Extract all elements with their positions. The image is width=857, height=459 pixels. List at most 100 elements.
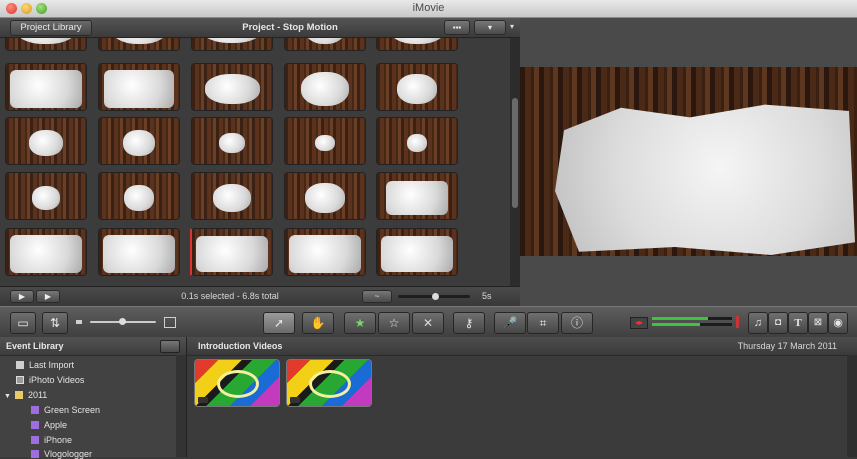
frame-thumbnail[interactable] <box>99 38 179 50</box>
paper-ball <box>315 135 335 151</box>
selection-status: 0.1s selected - 6.8s total <box>181 291 279 301</box>
iphoto-icon <box>16 376 24 384</box>
camera-icon[interactable]: ▭ <box>10 312 36 334</box>
frame-thumbnail[interactable] <box>99 229 179 275</box>
event-item-iphone[interactable]: iPhone <box>31 435 72 445</box>
frame-thumbnail[interactable] <box>6 118 86 164</box>
paper-ball <box>204 74 260 104</box>
play-button[interactable]: ▶ <box>36 290 60 303</box>
favorite-star-icon[interactable]: ★ <box>344 312 376 334</box>
event-icon <box>31 436 39 444</box>
thumbnail-slider-knob[interactable] <box>119 318 126 325</box>
event-library-scrollbar[interactable] <box>176 355 186 457</box>
frame-thumbnail[interactable] <box>99 64 179 110</box>
frame-thumbnail[interactable] <box>192 38 272 50</box>
event-clip[interactable] <box>287 360 371 406</box>
event-icon <box>31 406 39 414</box>
event-clip[interactable] <box>195 360 279 406</box>
transition-icon[interactable]: ⊠ <box>808 312 828 334</box>
paper-ball <box>111 38 167 44</box>
audio-waveform-button[interactable]: ~ <box>362 290 392 303</box>
microphone-icon[interactable]: 🎤 <box>494 312 526 334</box>
project-library-button[interactable]: Project Library <box>10 20 92 36</box>
event-item-green-screen[interactable]: Green Screen <box>31 405 100 415</box>
paper-ball <box>104 70 174 108</box>
photo-icon[interactable]: ◘ <box>768 312 788 334</box>
frame-thumbnail[interactable] <box>377 38 457 50</box>
clip-badge <box>290 397 300 403</box>
event-item-apple[interactable]: Apple <box>31 420 67 430</box>
frame-thumbnail[interactable] <box>285 64 365 110</box>
eject-icon[interactable] <box>160 340 180 353</box>
play-fullscreen-button[interactable]: ▶ <box>10 290 34 303</box>
project-scrollbar[interactable] <box>510 38 520 286</box>
zoom-slider-knob[interactable] <box>432 293 439 300</box>
paper-ball <box>301 72 349 106</box>
event-item-vlogologger[interactable]: Vlogologger <box>31 449 92 459</box>
frame-thumbnail[interactable] <box>377 229 457 275</box>
theme-button[interactable]: ▾ <box>474 20 506 35</box>
event-library-header: Event Library <box>0 337 186 356</box>
scroll-knob[interactable] <box>512 98 518 208</box>
paper-ball <box>202 38 262 43</box>
playhead <box>190 229 192 275</box>
project-browser[interactable] <box>0 38 510 286</box>
event-item-2011[interactable]: ▼ 2011 <box>4 390 47 400</box>
title-icon[interactable]: T <box>788 312 808 334</box>
disclosure-triangle-icon[interactable]: ▼ <box>4 393 11 400</box>
paper-ball <box>389 38 445 44</box>
frame-thumbnail[interactable] <box>285 38 365 50</box>
project-header: Project Library Project - Stop Motion ▪▪… <box>0 18 520 38</box>
crop-icon[interactable]: ⌗ <box>527 312 559 334</box>
paper-ball <box>381 236 453 272</box>
unmark-star-icon[interactable]: ☆ <box>378 312 410 334</box>
frame-thumbnail[interactable] <box>99 173 179 219</box>
paper-ball <box>386 181 448 215</box>
frame-thumbnail[interactable] <box>285 229 365 275</box>
frame-thumbnail[interactable] <box>6 38 86 50</box>
event-browser-header: Introduction Videos Thursday 17 March 20… <box>187 337 857 356</box>
paper-ball <box>103 235 175 273</box>
frame-thumbnail[interactable] <box>6 229 86 275</box>
info-icon[interactable]: ⓘ <box>561 312 593 334</box>
event-browser-scrollbar[interactable] <box>847 355 857 457</box>
event-item-last-import[interactable]: Last Import <box>16 360 74 370</box>
voiceover-icon[interactable]: ◂▸ <box>630 317 648 329</box>
paper-ball <box>305 38 345 44</box>
frame-thumbnail[interactable] <box>192 118 272 164</box>
paper-ball <box>16 38 76 44</box>
paper-ball <box>32 186 60 210</box>
preview-paper <box>555 104 855 255</box>
music-icon[interactable]: ♫ <box>748 312 768 334</box>
project-footer: ▶ ▶ 0.1s selected - 6.8s total ~ 5s <box>0 286 520 306</box>
preview-viewer[interactable] <box>520 67 857 256</box>
paper-ball <box>10 235 82 273</box>
frame-thumbnail[interactable] <box>377 118 457 164</box>
frame-thumbnail[interactable] <box>192 229 272 275</box>
event-library-title: Event Library <box>6 341 64 351</box>
frame-thumbnail[interactable] <box>6 64 86 110</box>
main-toolbar: ▭ ⇅ ➚ ✋ ★ ☆ ✕ ⚷ 🎤 ⌗ ⓘ ◂▸ ♫ ◘ T ⊠ ◉ <box>0 306 857 338</box>
event-title: Introduction Videos <box>198 341 283 351</box>
dropdown-arrow-icon[interactable]: ▾ <box>510 22 514 31</box>
frame-thumbnail[interactable] <box>285 118 365 164</box>
map-icon[interactable]: ◉ <box>828 312 848 334</box>
frame-thumbnail[interactable] <box>99 118 179 164</box>
zoom-value: 5s <box>482 291 492 301</box>
frame-thumbnail[interactable] <box>6 173 86 219</box>
frame-thumbnail[interactable] <box>377 64 457 110</box>
frame-thumbnail[interactable] <box>285 173 365 219</box>
hand-icon[interactable]: ✋ <box>302 312 334 334</box>
event-item-iphoto-videos[interactable]: iPhoto Videos <box>16 375 84 385</box>
frame-thumbnail[interactable] <box>192 173 272 219</box>
reject-x-icon[interactable]: ✕ <box>412 312 444 334</box>
frame-thumbnail[interactable] <box>377 173 457 219</box>
select-arrow-icon[interactable]: ➚ <box>263 312 295 334</box>
view-options-button[interactable]: ▪▪▪ <box>444 20 470 35</box>
swap-icon[interactable]: ⇅ <box>42 312 68 334</box>
paper-ball <box>407 134 427 152</box>
event-library: Event Library Last Import iPhoto Videos … <box>0 337 187 459</box>
frame-thumbnail[interactable] <box>192 64 272 110</box>
audio-meter-left <box>652 317 732 320</box>
keyword-icon[interactable]: ⚷ <box>453 312 485 334</box>
